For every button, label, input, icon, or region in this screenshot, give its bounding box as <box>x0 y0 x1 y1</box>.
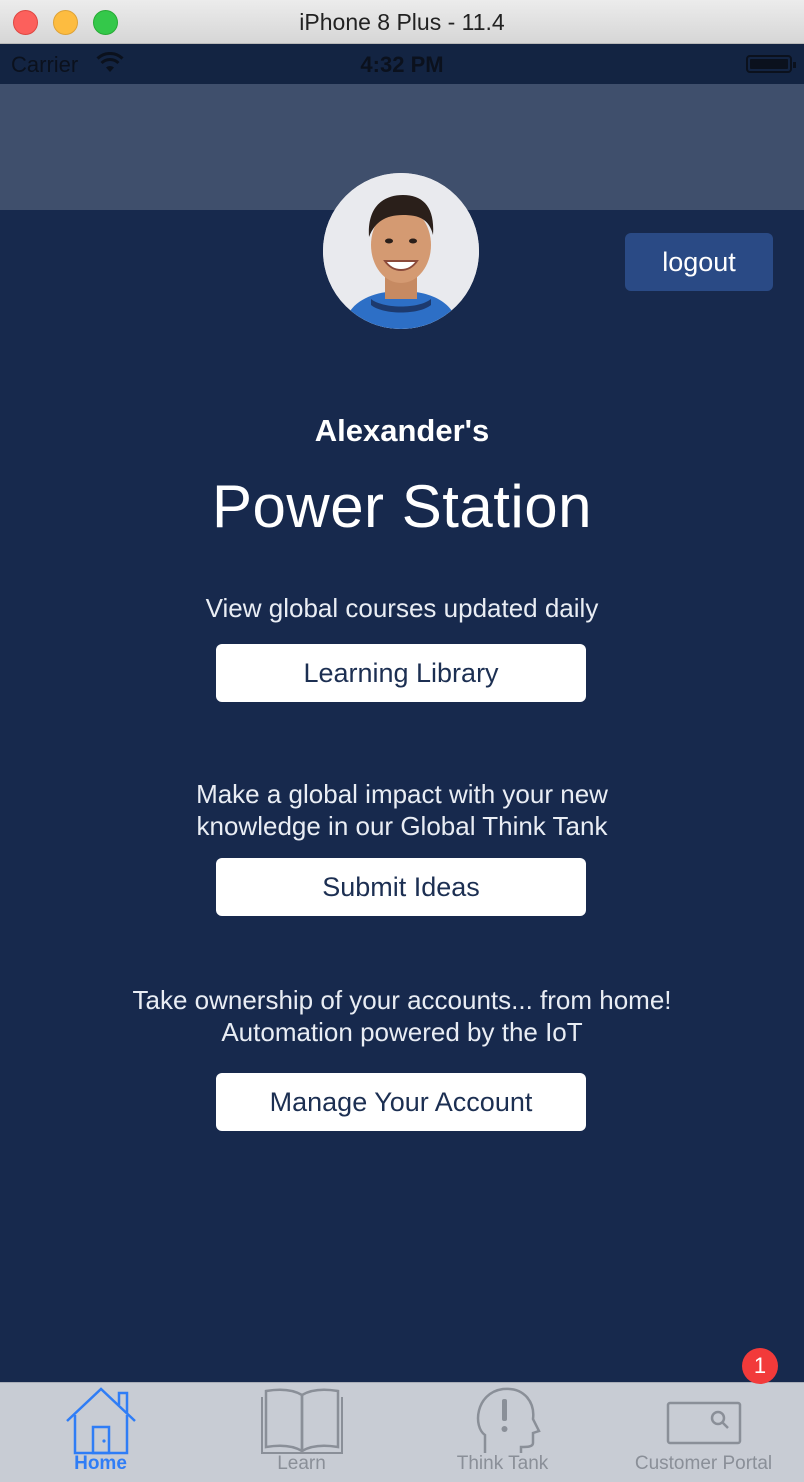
tab-home[interactable]: Home <box>0 1383 201 1482</box>
tab-label: Customer Portal <box>634 1453 773 1474</box>
section-description-courses: View global courses updated daily <box>60 592 744 624</box>
window-title: iPhone 8 Plus - 11.4 <box>299 9 505 35</box>
house-icon <box>65 1387 136 1455</box>
tab-label: Learn <box>277 1453 326 1474</box>
tab-think-tank[interactable]: Think Tank <box>402 1383 603 1482</box>
learning-library-button[interactable]: Learning Library <box>216 644 586 702</box>
phone-screen: Carrier 4:32 PM logout Alexander's Power… <box>0 44 804 1482</box>
simulator-titlebar: iPhone 8 Plus - 11.4 <box>0 0 804 44</box>
avatar[interactable] <box>323 173 479 329</box>
notification-badge: 1 <box>742 1348 778 1384</box>
owner-name: Alexander's <box>314 413 490 448</box>
submit-ideas-button[interactable]: Submit Ideas <box>216 858 586 916</box>
section-description-account: Take ownership of your accounts... from … <box>60 984 744 1048</box>
logout-button[interactable]: logout <box>625 233 773 291</box>
portal-search-icon <box>666 1401 741 1445</box>
tab-label: Home <box>74 1453 127 1474</box>
description-line: Automation powered by the IoT <box>221 1017 583 1047</box>
page-title: Power Station <box>211 473 593 540</box>
section-description-ideas: Make a global impact with your new knowl… <box>60 778 744 842</box>
manage-account-button[interactable]: Manage Your Account <box>216 1073 586 1131</box>
tab-label: Think Tank <box>456 1453 549 1474</box>
tab-customer-portal[interactable]: Customer Portal <box>603 1383 804 1482</box>
tab-bar: Home Learn Think Tank Customer Portal <box>0 1382 804 1482</box>
battery-icon <box>746 55 796 73</box>
description-line: Take ownership of your accounts... from … <box>132 985 672 1015</box>
status-time: 4:32 PM <box>360 52 444 77</box>
book-icon <box>260 1388 343 1454</box>
tab-learn[interactable]: Learn <box>201 1383 402 1482</box>
profile-photo <box>323 173 479 329</box>
description-line: View global courses updated daily <box>205 593 599 623</box>
description-line: knowledge in our Global Think Tank <box>196 811 608 841</box>
description-line: Make a global impact with your new <box>196 779 608 809</box>
status-bar: Carrier 4:32 PM <box>0 44 804 84</box>
head-exclamation-icon <box>476 1387 541 1453</box>
